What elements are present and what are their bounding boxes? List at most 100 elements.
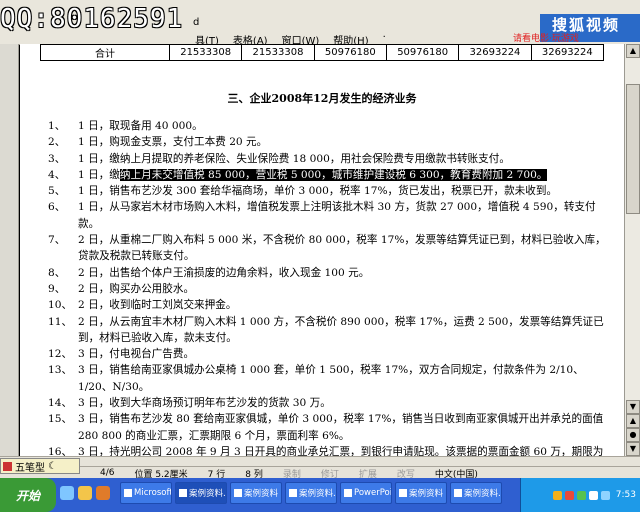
table-cell: 32693224 — [458, 44, 532, 61]
app-icon — [179, 489, 187, 497]
tray-icon[interactable] — [576, 490, 586, 500]
taskbar-button[interactable]: 案例资料... — [285, 482, 337, 504]
ime-icon — [3, 461, 12, 471]
table-cell: 32693224 — [530, 44, 605, 61]
taskbar-button-label: 案例资料... — [464, 489, 502, 499]
scroll-down-button[interactable]: ▼ — [626, 400, 640, 414]
taskbar-button-label: 案例资料 — [409, 489, 444, 499]
table-cell: 21533308 — [168, 44, 243, 61]
start-button[interactable]: 开始 — [0, 478, 56, 512]
item-number: 3、 — [48, 152, 66, 165]
item-number: 14、 — [48, 397, 73, 410]
item-text: 2 日，从重棉二厂购入布料 5 000 米，不含税价 80 000，税率 17%… — [78, 234, 606, 263]
document-page[interactable]: 合计 21533308 21533308 50976180 50976180 3… — [20, 44, 624, 456]
tray-icon[interactable] — [600, 490, 610, 500]
list-item: 5、 1 日，销售布艺沙发 300 套给华福商场，单价 3 000，税率 17%，… — [20, 183, 624, 199]
app-icon — [454, 489, 462, 497]
item-text: 1 日，销售布艺沙发 300 套给华福商场，单价 3 000，税率 17%，货已… — [78, 185, 558, 198]
media-icon[interactable] — [96, 486, 110, 500]
item-text: 2 日，购买办公用胶水。 — [78, 282, 195, 295]
item-number: 13、 — [48, 364, 73, 377]
item-number: 10、 — [48, 299, 73, 312]
list-item: 10、 2 日，收到临时工刘岚交来押金。 — [20, 297, 624, 313]
item-text: 3 日，收到大华商场预订明年布艺沙发的货款 30 万。 — [78, 397, 331, 410]
tray-icon[interactable] — [588, 490, 598, 500]
vertical-scrollbar[interactable]: ▲ ▼ ▲ ● ▼ — [624, 44, 640, 456]
taskbar-button-label: 案例资料... — [189, 489, 227, 499]
menu-window[interactable]: 窗口(W) — [282, 32, 320, 47]
item-number: 2、 — [48, 136, 66, 149]
business-item-list: 1、 1 日，取现备用 40 000。 2、 1 日，购现金支票，支付工本费 20 元… — [20, 118, 624, 456]
taskbar-button-label: PowerPoin... — [354, 488, 392, 498]
app-icon — [399, 489, 407, 497]
select-browse-object-button[interactable]: ● — [626, 428, 640, 442]
section-heading: 三、企业2008年12月发生的经济业务 — [227, 92, 417, 105]
list-item: 2、 1 日，购现金支票，支付工本费 20 元。 — [20, 134, 624, 150]
table-cell: 合计 — [40, 44, 170, 61]
ie-icon[interactable] — [60, 486, 74, 500]
item-number: 1、 — [48, 120, 66, 132]
item-text: 3 日，付电视台广告费。 — [78, 348, 195, 361]
tray-icon[interactable] — [552, 490, 562, 500]
ime-indicator[interactable]: 五笔型 ☾ — [0, 458, 80, 474]
moon-icon: ☾ — [48, 460, 57, 472]
item-text: 2 日，从云南宜丰木材厂购入木料 1 000 方，不含税价 890 000，税率… — [78, 315, 604, 344]
taskbar-button-label: 案例资料 — [244, 489, 279, 499]
taskbar-button-label: 案例资料... — [299, 489, 337, 499]
start-label: 开始 — [15, 488, 40, 503]
item-number: 7、 — [48, 234, 66, 247]
item-number: 6、 — [48, 201, 66, 214]
qq-watermark: QQ:80162591 — [0, 4, 184, 34]
list-item: 11、 2 日，从云南宜丰木材厂购入木料 1 000 方，不含税价 890 000… — [20, 314, 624, 347]
app-icon — [124, 489, 132, 497]
menu-tools[interactable]: 具(T) — [195, 32, 219, 47]
list-item: 6、 1 日，从马家岩木材市场购入木料，增值税发票上注明该批木料 30 方，货款 … — [20, 199, 624, 232]
list-item: 7、 2 日，从重棉二厂购入布料 5 000 米，不含税价 80 000，税率 1… — [20, 232, 624, 265]
app-icon — [234, 489, 242, 497]
task-buttons: Microsoft... 案例资料... 案例资料 案例资料... PowerPoin.… — [120, 482, 502, 504]
taskbar-button[interactable]: PowerPoin... — [340, 482, 392, 504]
prev-page-button[interactable]: ▲ — [626, 414, 640, 428]
item-number: 16、 — [48, 445, 73, 456]
menu-help[interactable]: 帮助(H) — [333, 32, 368, 47]
window-title-fragment: d — [193, 17, 200, 28]
item-number: 5、 — [48, 185, 66, 198]
item-text: 1 日，取现备用 40 000。 — [78, 120, 203, 132]
list-item: 8、 2 日，出售给个体户王渝损废的边角余料，收入现金 100 元。 — [20, 265, 624, 281]
taskbar-button[interactable]: 案例资料 — [230, 482, 282, 504]
taskbar-button-label: Microsoft... — [134, 488, 172, 498]
selected-text[interactable]: 纳上月未交增值税 85 000，营业税 5 000，城市维护建设税 6 300，… — [119, 168, 548, 181]
item-text-pre: 1 日，缴 — [78, 168, 120, 181]
list-item: 12、 3 日，付电视台广告费。 — [20, 346, 624, 362]
folder-icon[interactable] — [78, 486, 92, 500]
taskbar-button[interactable]: 案例资料 — [395, 482, 447, 504]
item-text: 3 日，持光明公司 2008 年 9 月 3 日开具的商业承兑汇票，到银行申请贴… — [78, 445, 604, 456]
list-item: 4、 1 日，缴纳上月未交增值税 85 000，营业税 5 000，城市维护建设税… — [20, 167, 624, 183]
table-cell: 50976180 — [313, 44, 387, 61]
app-icon — [289, 489, 297, 497]
tray-icon[interactable] — [564, 490, 574, 500]
item-text: 3 日，销售布艺沙发 80 套给南亚家俱城，单价 3 000，税率 17%，销售… — [78, 413, 604, 442]
next-page-button[interactable]: ▼ — [626, 442, 640, 456]
item-text: 2 日，收到临时工刘岚交来押金。 — [78, 299, 237, 312]
quick-launch — [60, 486, 110, 500]
item-text: 1 日，购现金支票，支付工本费 20 元。 — [78, 136, 268, 149]
table-cell: 21533308 — [241, 44, 315, 61]
menu-more[interactable]: · — [383, 32, 386, 44]
scroll-up-button[interactable]: ▲ — [626, 44, 640, 58]
item-text: 1 日，缴纳上月提取的养老保险、失业保险费 18 000，用社会保险费专用缴款书… — [78, 152, 510, 165]
summary-table: 合计 21533308 21533308 50976180 50976180 3… — [40, 44, 605, 61]
taskbar-button[interactable]: 案例资料... — [450, 482, 502, 504]
item-text: 3 日，销售给南亚家俱城办公桌椅 1 000 套，单价 1 500，税率 17%… — [78, 364, 584, 393]
list-item: 15、 3 日，销售布艺沙发 80 套给南亚家俱城，单价 3 000，税率 17%… — [20, 411, 624, 444]
list-item: 14、 3 日，收到大华商场预订明年布艺沙发的货款 30 万。 — [20, 395, 624, 411]
item-number: 8、 — [48, 266, 66, 279]
item-number: 12、 — [48, 348, 73, 361]
item-text: 1 日，缴纳上月未交增值税 85 000，营业税 5 000，城市维护建设税 6… — [78, 167, 610, 183]
taskbar-button[interactable]: 案例资料... — [175, 482, 227, 504]
logo-ad-text: 请看电影·玩游戏 — [513, 34, 579, 44]
taskbar-button[interactable]: Microsoft... — [120, 482, 172, 504]
clock: 7:53 — [615, 490, 636, 500]
scroll-thumb[interactable] — [626, 84, 640, 214]
menu-table[interactable]: 表格(A) — [233, 32, 268, 47]
